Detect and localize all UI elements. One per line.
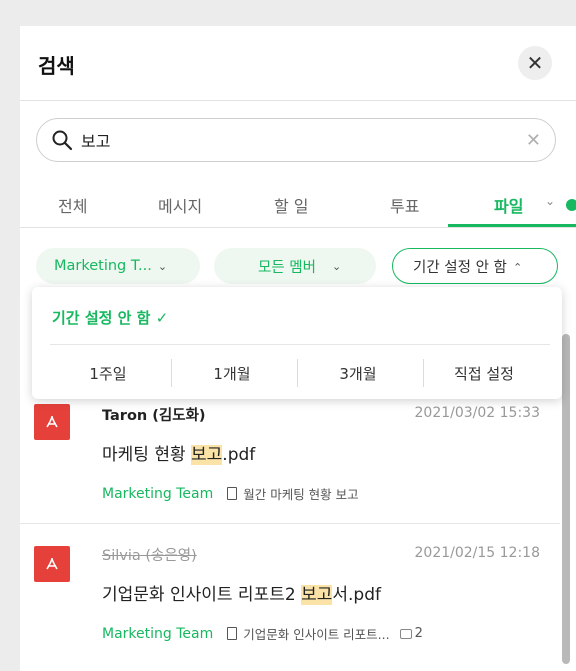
category-tabs: 전체 메시지 할 일 투표 파일 ⌄ xyxy=(20,176,576,228)
period-option-3months[interactable]: 3개월 xyxy=(298,363,418,384)
source-post-title[interactable]: 기업문화 인사이트 리포트... xyxy=(243,624,389,643)
document-icon xyxy=(227,627,238,640)
member-filter[interactable]: 모든 멤버 ⌄ xyxy=(214,248,376,284)
sender-name: Taron (김도화) xyxy=(102,408,206,424)
search-panel: 검색 ✕ 보고 ✕ 전체 메시지 할 일 투표 파일 ⌄ Marketing T… xyxy=(20,26,576,671)
period-option-1month[interactable]: 1개월 xyxy=(172,363,292,384)
scrollbar[interactable] xyxy=(562,334,570,664)
panel-header: 검색 ✕ xyxy=(20,26,576,101)
chevron-down-icon: ⌄ xyxy=(331,259,342,273)
divider xyxy=(50,344,550,345)
file-meta: Marketing Team 월간 마케팅 현황 보고 xyxy=(102,484,359,503)
period-dropdown: 기간 설정 안 함 ✓ 1주일 1개월 3개월 직접 설정 xyxy=(32,287,562,399)
search-highlight: 보고 xyxy=(301,585,333,605)
file-name[interactable]: 기업문화 인사이트 리포트2 보고서.pdf xyxy=(102,580,381,605)
close-icon: ✕ xyxy=(526,51,544,75)
tab-vote[interactable]: 투표 xyxy=(390,193,419,217)
member-filter-label: 모든 멤버 xyxy=(258,259,316,276)
pdf-file-icon xyxy=(34,546,70,582)
clear-search-icon[interactable]: ✕ xyxy=(526,130,541,151)
team-name[interactable]: Marketing Team xyxy=(102,486,213,502)
team-name[interactable]: Marketing Team xyxy=(102,626,213,642)
period-filter-label: 기간 설정 안 함 xyxy=(413,259,507,276)
result-item[interactable]: Silvia (송은영) 2021/02/15 12:18 기업문화 인사이트 … xyxy=(20,524,560,671)
tab-messages[interactable]: 메시지 xyxy=(158,193,202,217)
file-name[interactable]: 마케팅 현황 보고.pdf xyxy=(102,440,255,465)
sender-name: Silvia (송은영) xyxy=(102,548,197,564)
search-input[interactable]: 보고 ✕ xyxy=(36,118,556,162)
period-option-custom[interactable]: 직접 설정 xyxy=(424,363,544,384)
search-highlight: 보고 xyxy=(191,445,223,465)
period-option-none[interactable]: 기간 설정 안 함 ✓ xyxy=(52,307,168,328)
chevron-down-icon: ⌄ xyxy=(157,259,168,273)
result-item[interactable]: Taron (김도화) 2021/03/02 15:33 마케팅 현황 보고.p… xyxy=(20,384,560,524)
source-post-title[interactable]: 월간 마케팅 현황 보고 xyxy=(243,484,358,503)
tab-chevron-down-icon[interactable]: ⌄ xyxy=(545,194,555,208)
tab-files[interactable]: 파일 xyxy=(494,193,523,217)
period-filter[interactable]: 기간 설정 안 함 ⌄ xyxy=(392,248,558,284)
active-tab-indicator xyxy=(448,224,576,227)
tab-todo[interactable]: 할 일 xyxy=(274,193,309,217)
timestamp: 2021/02/15 12:18 xyxy=(414,545,541,561)
pdf-file-icon xyxy=(34,404,70,440)
search-value: 보고 xyxy=(81,132,111,151)
comment-count: 2 xyxy=(414,626,423,641)
team-filter[interactable]: Marketing T... ⌄ xyxy=(36,248,200,284)
search-icon xyxy=(52,130,73,151)
comment-icon xyxy=(399,628,412,639)
period-option-1week[interactable]: 1주일 xyxy=(48,363,168,384)
panel-title: 검색 xyxy=(38,54,75,78)
team-filter-label: Marketing T... xyxy=(54,258,152,274)
chevron-up-icon: ⌄ xyxy=(512,259,523,273)
file-meta: Marketing Team 기업문화 인사이트 리포트... 2 xyxy=(102,624,423,643)
document-icon xyxy=(227,487,238,500)
close-button[interactable]: ✕ xyxy=(518,46,552,80)
timestamp: 2021/03/02 15:33 xyxy=(414,405,541,421)
tab-all[interactable]: 전체 xyxy=(58,193,87,217)
notification-dot xyxy=(566,199,576,211)
